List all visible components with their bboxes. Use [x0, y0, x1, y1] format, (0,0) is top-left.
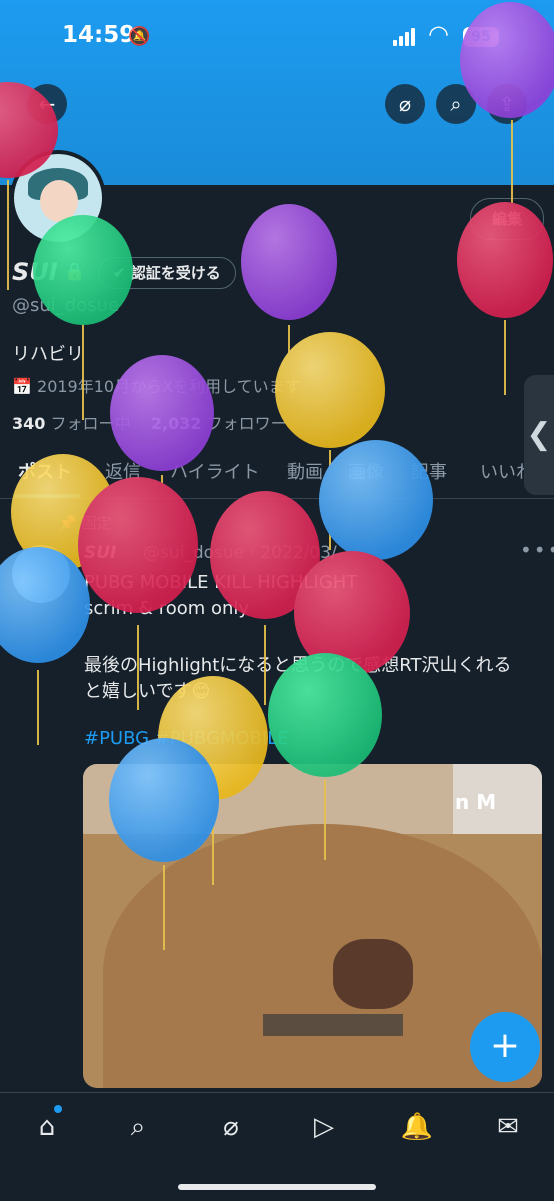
- silent-mode-icon: 🔕: [128, 26, 151, 47]
- pinned-label-text: 固定: [81, 514, 112, 532]
- tab-posts[interactable]: ポスト: [18, 458, 72, 484]
- edit-profile-button[interactable]: 編集: [470, 198, 544, 240]
- tweet-handle-date: @sui_dosue · 2022/03/: [143, 543, 337, 563]
- more-options-icon[interactable]: •••: [520, 538, 554, 562]
- joined-date: 📅 2019年10月からXを利用しています: [12, 373, 301, 397]
- status-time: 14:59: [62, 22, 136, 48]
- tweet-text-line: PUBG MOBILE KILL HIGHLIGHT: [84, 572, 358, 593]
- followers-count: 2,032: [150, 414, 202, 433]
- video-icon[interactable]: ▷: [304, 1107, 344, 1147]
- share-button[interactable]: ⇪: [487, 84, 527, 124]
- home-icon[interactable]: ⌂: [27, 1107, 67, 1147]
- tweet-text-line: と嬉しいです😊: [84, 681, 211, 702]
- display-name: SUI: [12, 258, 58, 286]
- active-tab-indicator: [14, 494, 80, 498]
- side-panel-handle[interactable]: ❮: [524, 375, 554, 495]
- wifi-icon: ◠: [428, 20, 449, 48]
- balloon: [241, 204, 337, 320]
- tweet-author-name[interactable]: SUI: [84, 543, 116, 563]
- lock-icon: 🔒: [64, 262, 86, 282]
- following-count: 340: [12, 414, 46, 433]
- tab-images[interactable]: 画像: [348, 458, 384, 484]
- pin-icon: 📌: [58, 514, 82, 532]
- home-unread-dot: [54, 1105, 62, 1113]
- notifications-icon[interactable]: 🔔: [397, 1107, 437, 1147]
- pinned-label: 📌 固定: [58, 512, 111, 533]
- calendar-icon: 📅: [12, 377, 38, 396]
- video-character: [333, 939, 413, 1009]
- video-hud: [263, 1014, 403, 1036]
- search-icon[interactable]: ⌕: [118, 1107, 158, 1147]
- grok-button[interactable]: ⌀: [385, 84, 425, 124]
- battery-indicator: 95: [463, 27, 499, 47]
- tweet-hashtags[interactable]: #PUBG #PUBGMOBILE: [84, 728, 289, 749]
- status-bar: 14:59 🔕 ◠ 95: [0, 0, 554, 70]
- profile-tabs: ポスト 返信 ハイライト 動画 画像 記事 いいね: [0, 450, 554, 499]
- profile-bio: リハビリ: [12, 344, 84, 365]
- tab-articles[interactable]: 記事: [411, 458, 447, 484]
- follow-stats: 340 フォロー中 2,032 フォロワー: [12, 410, 287, 434]
- home-indicator: [178, 1184, 376, 1190]
- tab-replies[interactable]: 返信: [105, 458, 141, 484]
- search-button[interactable]: ⌕: [436, 84, 476, 124]
- following-label: フォロー中: [50, 414, 131, 433]
- followers-link[interactable]: 2,032 フォロワー: [151, 414, 287, 433]
- tweet-avatar[interactable]: [12, 545, 70, 603]
- tab-videos[interactable]: 動画: [287, 458, 323, 484]
- avatar-face: [40, 180, 78, 222]
- tweet-text-line: scrim & room only: [84, 598, 250, 619]
- get-verified-button[interactable]: ✔ 認証を受ける: [98, 257, 236, 289]
- followers-label: フォロワー: [206, 414, 287, 433]
- messages-icon[interactable]: ✉: [488, 1107, 528, 1147]
- back-button[interactable]: ←: [27, 84, 67, 124]
- compose-post-button[interactable]: +: [470, 1012, 540, 1082]
- tweet-text-line: 最後のHighlightになると思うので感想RT沢山くれる: [84, 655, 512, 676]
- cellular-signal-icon: [393, 27, 417, 46]
- profile-handle: @sui_dosue: [12, 295, 120, 316]
- following-link[interactable]: 340 フォロー中: [12, 414, 131, 433]
- video-overlay-text: n M: [455, 790, 497, 814]
- verified-badge-icon: ✔: [113, 264, 131, 282]
- grok-icon[interactable]: ⌀: [211, 1107, 251, 1147]
- joined-text: 2019年10月からXを利用しています: [37, 377, 301, 396]
- get-verified-label: 認証を受ける: [130, 264, 221, 282]
- tab-highlights[interactable]: ハイライト: [170, 458, 260, 484]
- avatar[interactable]: [10, 150, 106, 246]
